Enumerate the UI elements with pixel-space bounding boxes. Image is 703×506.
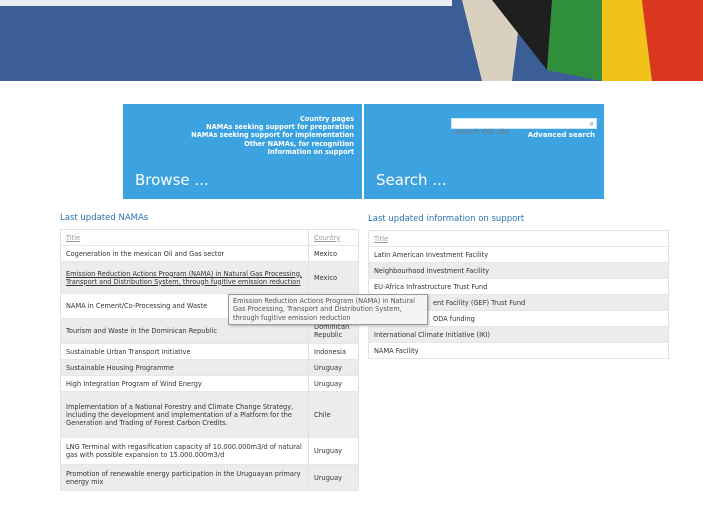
table-row: Latin American Investment Facility bbox=[368, 246, 669, 263]
browse-link-country-pages[interactable]: Country pages bbox=[191, 115, 354, 123]
browse-link-recognition[interactable]: Other NAMAs, for recognition bbox=[191, 140, 354, 148]
nama-title[interactable]: Sustainable Housing Programme bbox=[60, 359, 309, 376]
table-row: Sustainable Housing Programme Uruguay bbox=[60, 359, 359, 376]
nama-country: Uruguay bbox=[308, 437, 359, 465]
nama-title[interactable]: Sustainable Urban Transport Initiative bbox=[60, 343, 309, 360]
nama-country: Mexico bbox=[308, 261, 359, 294]
browse-panel: Country pages NAMAs seeking support for … bbox=[123, 104, 362, 199]
table-row: Cogeneration in the mexican Oil and Gas … bbox=[60, 245, 359, 262]
search-icon[interactable]: ⌕ bbox=[590, 119, 594, 129]
nama-country: Chile bbox=[308, 391, 359, 438]
nama-country: Uruguay bbox=[308, 359, 359, 376]
nama-country: Mexico bbox=[308, 245, 359, 262]
support-heading: Last updated information on support bbox=[368, 214, 525, 224]
nama-title[interactable]: Implementation of a National Forestry an… bbox=[60, 391, 309, 438]
table-row: Emission Reduction Actions Program (NAMA… bbox=[60, 261, 359, 294]
table-row: International Climate Initiative (IKI) bbox=[368, 326, 669, 343]
search-title: Search ... bbox=[376, 171, 447, 189]
support-title[interactable]: NAMA Facility bbox=[368, 342, 669, 359]
nama-title[interactable]: LNG Terminal with regasification capacit… bbox=[60, 437, 309, 465]
namas-col-country[interactable]: Country bbox=[308, 229, 359, 246]
browse-link-preparation[interactable]: NAMAs seeking support for preparation bbox=[191, 123, 354, 131]
table-row: Neighbourhood Investment Facility bbox=[368, 262, 669, 279]
namas-heading: Last updated NAMAs bbox=[60, 213, 149, 223]
table-row: Promotion of renewable energy participat… bbox=[60, 464, 359, 491]
table-row: Sustainable Urban Transport Initiative I… bbox=[60, 343, 359, 360]
browse-links: Country pages NAMAs seeking support for … bbox=[191, 115, 354, 156]
header-banner bbox=[0, 0, 703, 81]
support-col-title[interactable]: Title bbox=[368, 230, 669, 247]
browse-link-implementation[interactable]: NAMAs seeking support for implementation bbox=[191, 131, 354, 139]
table-row: High Integration Program of Wind Energy … bbox=[60, 375, 359, 392]
browse-title: Browse ... bbox=[135, 171, 209, 189]
table-row: EU-Africa Infrastructure Trust Fund bbox=[368, 278, 669, 295]
umbrella-image bbox=[452, 0, 703, 81]
nama-title[interactable]: Cogeneration in the mexican Oil and Gas … bbox=[60, 245, 309, 262]
title-tooltip: Emission Reduction Actions Program (NAMA… bbox=[228, 294, 428, 326]
search-box: ⌕ bbox=[451, 118, 597, 137]
table-row: LNG Terminal with regasification capacit… bbox=[60, 437, 359, 465]
nama-title[interactable]: Emission Reduction Actions Program (NAMA… bbox=[60, 261, 309, 294]
nama-country: Indonesia bbox=[308, 343, 359, 360]
nama-country: Uruguay bbox=[308, 464, 359, 491]
support-title[interactable]: EU-Africa Infrastructure Trust Fund bbox=[368, 278, 669, 295]
search-panel: ⌕ Advanced search Search ... bbox=[364, 104, 604, 199]
advanced-search-link[interactable]: Advanced search bbox=[528, 131, 595, 139]
nama-title[interactable]: Promotion of renewable energy participat… bbox=[60, 464, 309, 491]
support-title[interactable]: Latin American Investment Facility bbox=[368, 246, 669, 263]
table-row: NAMA Facility bbox=[368, 342, 669, 359]
table-row: Implementation of a National Forestry an… bbox=[60, 391, 359, 438]
namas-table: Title Country Cogeneration in the mexica… bbox=[60, 229, 359, 491]
support-title[interactable]: International Climate Initiative (IKI) bbox=[368, 326, 669, 343]
support-title[interactable]: Neighbourhood Investment Facility bbox=[368, 262, 669, 279]
namas-col-title[interactable]: Title bbox=[60, 229, 309, 246]
nama-title[interactable]: High Integration Program of Wind Energy bbox=[60, 375, 309, 392]
nama-country: Uruguay bbox=[308, 375, 359, 392]
browse-link-support-info[interactable]: Information on support bbox=[191, 148, 354, 156]
